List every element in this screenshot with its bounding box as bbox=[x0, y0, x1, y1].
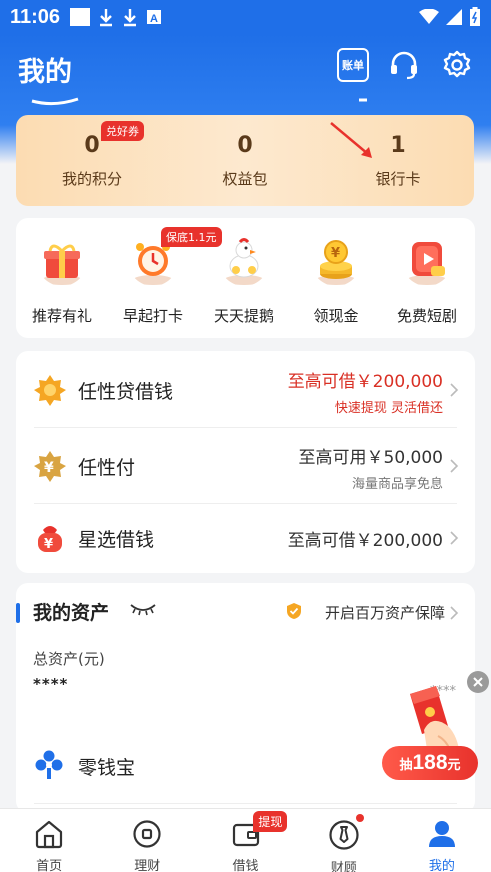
svg-text:¥: ¥ bbox=[44, 460, 54, 476]
lottery-promo[interactable]: **** 抽 188 元 bbox=[380, 671, 490, 782]
status-time: 11:06 bbox=[10, 5, 61, 28]
section-accent-bar bbox=[16, 603, 20, 623]
stat-benefits[interactable]: 0 权益包 bbox=[175, 133, 315, 189]
tab-home[interactable]: 首页 bbox=[0, 809, 98, 872]
tab-wealth[interactable]: 理财 bbox=[98, 809, 196, 872]
points-label: 我的积分 bbox=[61, 170, 122, 188]
wealth-coin-icon bbox=[133, 820, 161, 848]
shield-icon bbox=[287, 603, 301, 619]
chevron-right-icon bbox=[450, 606, 459, 620]
page-title: 我的 bbox=[18, 57, 72, 88]
flower-coin-icon bbox=[34, 375, 66, 406]
quick-action-refer[interactable]: 推荐有礼 bbox=[17, 236, 107, 326]
bill-button[interactable]: 账单 bbox=[337, 48, 369, 82]
svg-text:¥: ¥ bbox=[331, 246, 340, 261]
quick-action-drama[interactable]: 免费短剧 bbox=[382, 236, 472, 326]
promo-unit: 元 bbox=[447, 757, 461, 773]
loan-name: 任性付 bbox=[78, 457, 136, 479]
quick-action-cash[interactable]: ¥ 领现金 bbox=[291, 236, 381, 326]
bottom-tab-bar: 首页 理财 借钱 提现 财顾 我的 bbox=[0, 808, 491, 872]
lingqianbao-icon bbox=[35, 750, 63, 779]
decorative-dash bbox=[359, 98, 367, 102]
loan-item-renxingfu[interactable]: ¥ 任性付 至高可用￥50,000 海量商品享免息 bbox=[16, 429, 475, 503]
quick-action-label: 推荐有礼 bbox=[31, 307, 92, 325]
promo-amount: 188 bbox=[412, 751, 448, 774]
promo-label: 抽 bbox=[399, 757, 413, 773]
tab-label: 理财 bbox=[134, 859, 161, 872]
tab-label: 我的 bbox=[428, 859, 455, 872]
assets-title: 我的资产 bbox=[33, 602, 110, 624]
home-icon bbox=[35, 820, 63, 849]
chevron-right-icon bbox=[450, 383, 459, 397]
benefits-value: 0 bbox=[237, 133, 253, 158]
gift-box-icon bbox=[42, 244, 82, 285]
benefits-label: 权益包 bbox=[222, 170, 268, 188]
tab-mine[interactable]: 我的 bbox=[393, 809, 491, 872]
coupon-badge: 兑好券 bbox=[101, 121, 144, 141]
loan-limit: 至高可用￥50,000 bbox=[298, 448, 443, 468]
loan-limit: 至高可借￥200,000 bbox=[287, 531, 443, 551]
gold-coin-icon: ¥ bbox=[316, 240, 356, 285]
quick-action-goose[interactable]: 天天提鹅 bbox=[199, 236, 289, 326]
svg-text:A: A bbox=[150, 13, 158, 25]
stats-card: 0 我的积分 兑好券 0 权益包 1 银行卡 bbox=[16, 115, 474, 206]
loan-item-renxingdai[interactable]: 任性贷借钱 至高可借￥200,000 快速提现 灵活借还 bbox=[16, 353, 475, 427]
font-a-icon: A bbox=[147, 10, 162, 25]
goose-icon bbox=[224, 238, 264, 285]
bank-cards-label: 银行卡 bbox=[375, 170, 421, 188]
tab-label: 借钱 bbox=[232, 859, 259, 872]
wifi-icon bbox=[419, 9, 439, 24]
total-assets-value: **** bbox=[33, 675, 69, 693]
chevron-right-icon bbox=[450, 531, 459, 545]
loan-subtitle: 快速提现 灵活借还 bbox=[334, 401, 443, 416]
quick-actions-card: 推荐有礼 早起打卡 保底1.1元 天天提鹅 ¥ 领现金 免费短剧 bbox=[16, 218, 475, 338]
tab-loan[interactable]: 借钱 提现 bbox=[196, 809, 294, 872]
tab-advisor[interactable]: 财顾 bbox=[295, 809, 393, 872]
tab-label: 财顾 bbox=[330, 861, 357, 872]
user-profile-icon bbox=[428, 821, 455, 847]
download-icon bbox=[124, 9, 137, 27]
yuan-badge-icon: ¥ bbox=[34, 451, 66, 482]
svg-text:¥: ¥ bbox=[44, 537, 53, 552]
quick-action-label: 天天提鹅 bbox=[213, 307, 274, 325]
quick-action-label: 领现金 bbox=[313, 307, 359, 325]
notification-dot bbox=[355, 814, 364, 822]
divider bbox=[34, 803, 457, 804]
close-icon[interactable] bbox=[467, 671, 489, 693]
money-bag-icon: ¥ bbox=[38, 526, 62, 552]
decorative-curve bbox=[31, 97, 79, 106]
cash-out-badge: 提现 bbox=[253, 811, 288, 832]
total-assets-label: 总资产(元) bbox=[33, 650, 105, 668]
asset-protection-link[interactable]: 开启百万资产保障 bbox=[325, 602, 445, 623]
product-lingqianbao[interactable]: 零钱宝 bbox=[78, 753, 135, 780]
quick-action-label: 免费短剧 bbox=[396, 307, 457, 325]
chevron-right-icon bbox=[450, 459, 459, 473]
loan-subtitle: 海量商品享免息 bbox=[351, 477, 443, 492]
quick-action-checkin[interactable]: 早起打卡 bbox=[108, 236, 198, 326]
loan-name: 任性贷借钱 bbox=[78, 381, 174, 403]
lottery-pill[interactable]: 抽 188 元 bbox=[382, 746, 478, 780]
arrow-pointer-icon bbox=[330, 122, 372, 158]
notification-square-icon bbox=[70, 8, 91, 26]
loan-item-xingxuan[interactable]: ¥ 星选借钱 至高可借￥200,000 bbox=[16, 501, 475, 575]
loans-card: 任性贷借钱 至高可借￥200,000 快速提现 灵活借还 ¥ 任性付 至高可用￥… bbox=[16, 351, 475, 573]
settings-gear-icon[interactable] bbox=[440, 48, 474, 82]
eye-closed-icon[interactable] bbox=[129, 602, 157, 616]
status-bar: 11:06 A bbox=[0, 0, 491, 34]
tab-label: 首页 bbox=[36, 859, 63, 872]
free-drama-icon bbox=[407, 242, 447, 285]
customer-service-icon[interactable] bbox=[387, 48, 421, 82]
signal-icon bbox=[446, 9, 462, 25]
loan-name: 星选借钱 bbox=[78, 529, 155, 551]
loan-limit: 至高可借￥200,000 bbox=[287, 372, 443, 392]
stat-points[interactable]: 0 我的积分 bbox=[22, 133, 162, 189]
quick-action-label: 早起打卡 bbox=[122, 307, 183, 325]
download-icon bbox=[100, 9, 113, 27]
advisor-tie-icon bbox=[329, 820, 359, 850]
battery-icon bbox=[470, 7, 480, 26]
divider bbox=[34, 427, 457, 428]
